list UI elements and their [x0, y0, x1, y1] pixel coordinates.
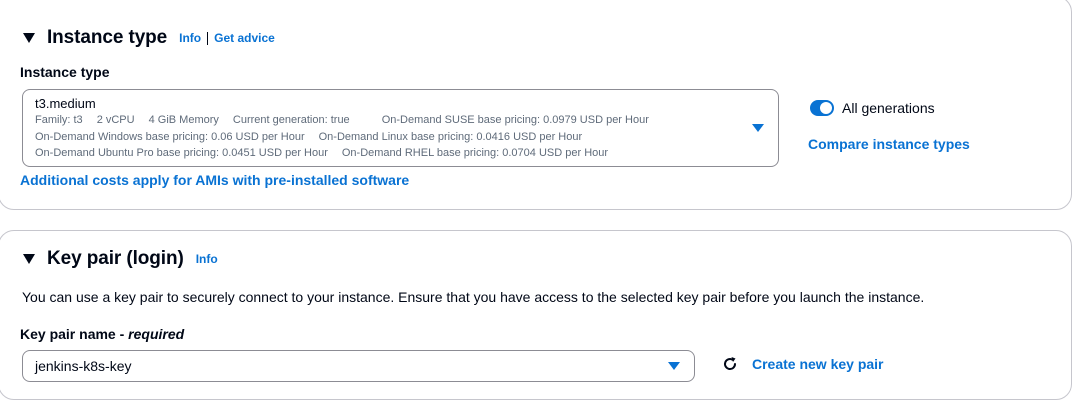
key-pair-info-link[interactable]: Info — [196, 252, 218, 266]
key-pair-name-label: Key pair name - required — [20, 326, 185, 342]
refresh-icon[interactable] — [722, 356, 738, 372]
instance-family: Family: t3 — [35, 114, 83, 126]
instance-type-select[interactable]: t3.medium Family: t3 2 vCPU 4 GiB Memory Cu… — [22, 89, 779, 167]
all-generations-toggle[interactable] — [810, 100, 834, 116]
instance-type-label: Instance type — [20, 64, 110, 80]
instance-type-info-link[interactable]: Info — [179, 31, 201, 45]
key-pair-description: You can use a key pair to securely conne… — [22, 289, 925, 305]
dropdown-arrow-icon — [668, 362, 680, 370]
ami-costs-link[interactable]: Additional costs apply for AMIs with pre… — [20, 172, 409, 188]
key-pair-title: Key pair (login) — [47, 248, 184, 269]
key-pair-header: Key pair (login) Info — [22, 248, 218, 270]
all-generations-toggle-row: All generations — [810, 100, 935, 116]
required-marker: required — [128, 326, 185, 342]
key-pair-value: jenkins-k8s-key — [35, 358, 132, 374]
instance-desc-line-1: Family: t3 2 vCPU 4 GiB Memory Current gene… — [35, 112, 766, 129]
create-key-pair-link[interactable]: Create new key pair — [752, 356, 884, 372]
key-pair-label-text: Key pair name — [20, 326, 116, 342]
key-pair-select[interactable]: jenkins-k8s-key — [22, 350, 695, 382]
all-generations-label: All generations — [842, 100, 935, 116]
compare-instance-types-link[interactable]: Compare instance types — [808, 136, 970, 152]
instance-generation: Current generation: true — [232, 114, 350, 126]
instance-suse-pricing: On-Demand SUSE base pricing: 0.0979 USD … — [381, 114, 649, 126]
instance-windows-pricing: On-Demand Windows base pricing: 0.06 USD… — [35, 130, 305, 143]
instance-rhel-pricing: On-Demand RHEL base pricing: 0.0704 USD … — [341, 147, 609, 159]
caret-down-icon[interactable] — [22, 253, 36, 265]
instance-type-header: Instance type Info Get advice — [22, 27, 275, 49]
instance-linux-pricing: On-Demand Linux base pricing: 0.0416 USD… — [318, 130, 583, 143]
get-advice-link[interactable]: Get advice — [214, 31, 275, 45]
instance-vcpu: 2 vCPU — [96, 114, 135, 126]
instance-desc-line-3: On-Demand Ubuntu Pro base pricing: 0.045… — [35, 145, 766, 162]
dropdown-arrow-icon — [752, 124, 764, 132]
instance-desc-line-2: On-Demand Windows base pricing: 0.06 USD… — [35, 129, 766, 146]
instance-type-value: t3.medium — [35, 96, 96, 111]
instance-memory: 4 GiB Memory — [148, 114, 219, 126]
instance-ubuntu-pricing: On-Demand Ubuntu Pro base pricing: 0.045… — [35, 147, 328, 159]
instance-type-title: Instance type — [47, 27, 168, 48]
link-separator — [207, 31, 209, 45]
caret-down-icon[interactable] — [22, 32, 36, 44]
